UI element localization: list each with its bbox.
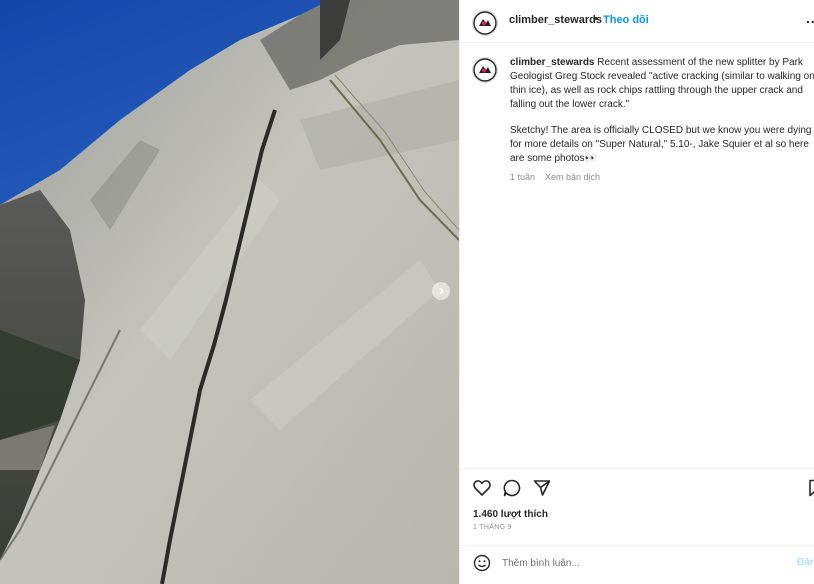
time-ago[interactable]: 1 tuần: [510, 172, 535, 182]
caption-text-2: Sketchy! The area is officially CLOSED b…: [510, 125, 812, 164]
action-bar: [460, 478, 814, 500]
heart-icon[interactable]: [472, 478, 492, 498]
see-translation-link[interactable]: Xem bản dịch: [545, 172, 600, 182]
caption-meta: 1 tuần Xem bản dịch: [510, 172, 600, 182]
rock-wall-photo: [0, 0, 459, 584]
follow-button[interactable]: Theo dõi: [603, 14, 649, 26]
post-caption: climber_stewards Recent assessment of th…: [510, 56, 814, 166]
climber-stewards-logo: [473, 11, 497, 35]
post-detail-panel: climber_stewards • Theo dõi ... climber_…: [459, 0, 814, 584]
comment-form: Đăng: [460, 546, 814, 584]
more-options-icon[interactable]: ...: [806, 10, 814, 26]
avatar[interactable]: [472, 10, 498, 36]
bookmark-icon[interactable]: [806, 478, 814, 498]
like-count[interactable]: 1.460 lượt thích: [473, 509, 548, 520]
separator-dot: •: [594, 13, 598, 25]
username-link[interactable]: climber_stewards: [509, 14, 602, 26]
chevron-right-icon: [437, 287, 445, 295]
caption-avatar[interactable]: [472, 57, 498, 83]
post-header: climber_stewards • Theo dõi ...: [460, 0, 814, 43]
divider: [460, 468, 814, 469]
post-comment-button[interactable]: Đăng: [797, 557, 814, 568]
post-photo: [0, 0, 459, 584]
paper-plane-icon[interactable]: [532, 478, 552, 498]
climber-stewards-logo: [473, 58, 497, 82]
caption-username[interactable]: climber_stewards: [510, 57, 595, 68]
smiley-icon[interactable]: [473, 554, 491, 572]
post-date[interactable]: 1 THÁNG 9: [473, 524, 512, 531]
comment-icon[interactable]: [502, 478, 522, 498]
next-photo-button[interactable]: [432, 282, 450, 300]
comment-input[interactable]: [502, 555, 772, 571]
